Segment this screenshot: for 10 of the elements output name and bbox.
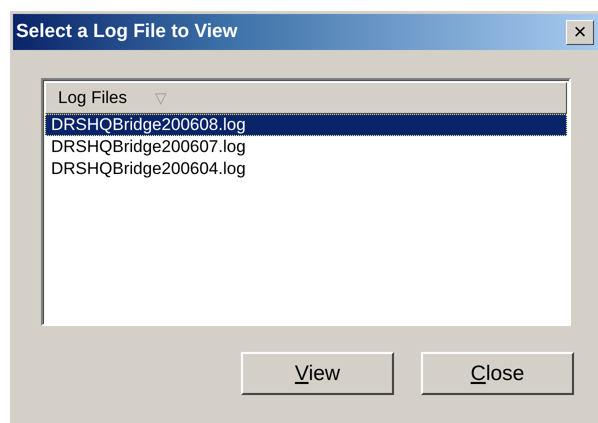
file-item[interactable]: DRSHQBridge200604.log xyxy=(45,158,567,180)
sort-icon: ▽ xyxy=(154,89,167,107)
column-header[interactable]: Log Files ▽ xyxy=(45,82,567,114)
column-label: Log Files xyxy=(58,88,127,108)
close-dialog-button[interactable]: Close xyxy=(421,352,574,395)
window-title: Select a Log File to View xyxy=(16,21,238,43)
file-item[interactable]: DRSHQBridge200608.log xyxy=(45,114,567,136)
view-button[interactable]: View xyxy=(241,352,394,395)
close-button[interactable]: × xyxy=(566,20,594,44)
file-item[interactable]: DRSHQBridge200607.log xyxy=(45,136,567,158)
